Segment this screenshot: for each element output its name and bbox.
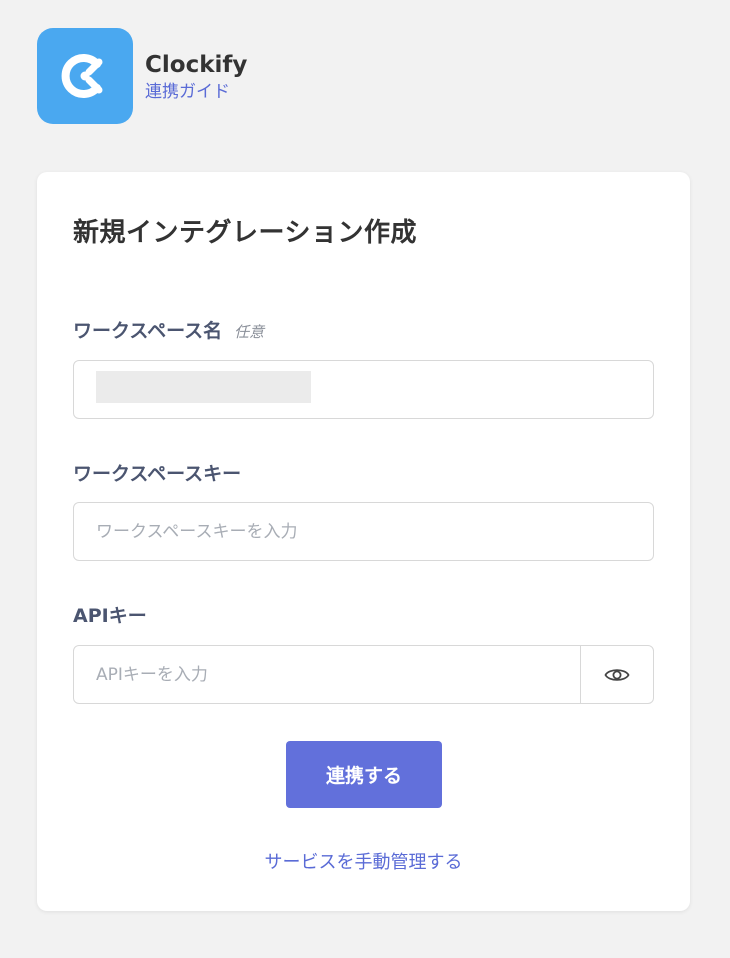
workspace-name-field[interactable] [73,360,654,419]
show-api-key-button[interactable] [580,646,653,703]
workspace-name-label-text: ワークスペース名 [73,320,223,342]
header-text: Clockify 連携ガイド [145,50,247,103]
workspace-name-value-redacted [96,371,311,403]
workspace-key-label: ワークスペースキー [73,463,242,485]
optional-tag: 任意 [234,323,265,341]
app-name: Clockify [145,51,248,78]
page-title: 新規インテグレーション作成 [73,218,417,248]
api-key-label: APIキー [73,605,147,627]
eye-icon [604,668,630,681]
connect-button[interactable]: 連携する [286,741,442,808]
integration-form-card: 新規インテグレーション作成 ワークスペース名任意 ワークスペースキー APIキー… [37,172,690,911]
api-key-field-wrapper [73,645,654,704]
workspace-key-input[interactable] [74,503,653,560]
workspace-name-label: ワークスペース名 任意 [73,316,264,343]
clockify-logo-icon [37,28,133,124]
api-key-input[interactable] [74,646,581,703]
integration-guide-link[interactable]: 連携ガイド [145,81,247,103]
manual-manage-link[interactable]: サービスを手動管理する [37,848,690,874]
header: Clockify 連携ガイド [37,28,247,124]
workspace-key-field-wrapper [73,502,654,561]
